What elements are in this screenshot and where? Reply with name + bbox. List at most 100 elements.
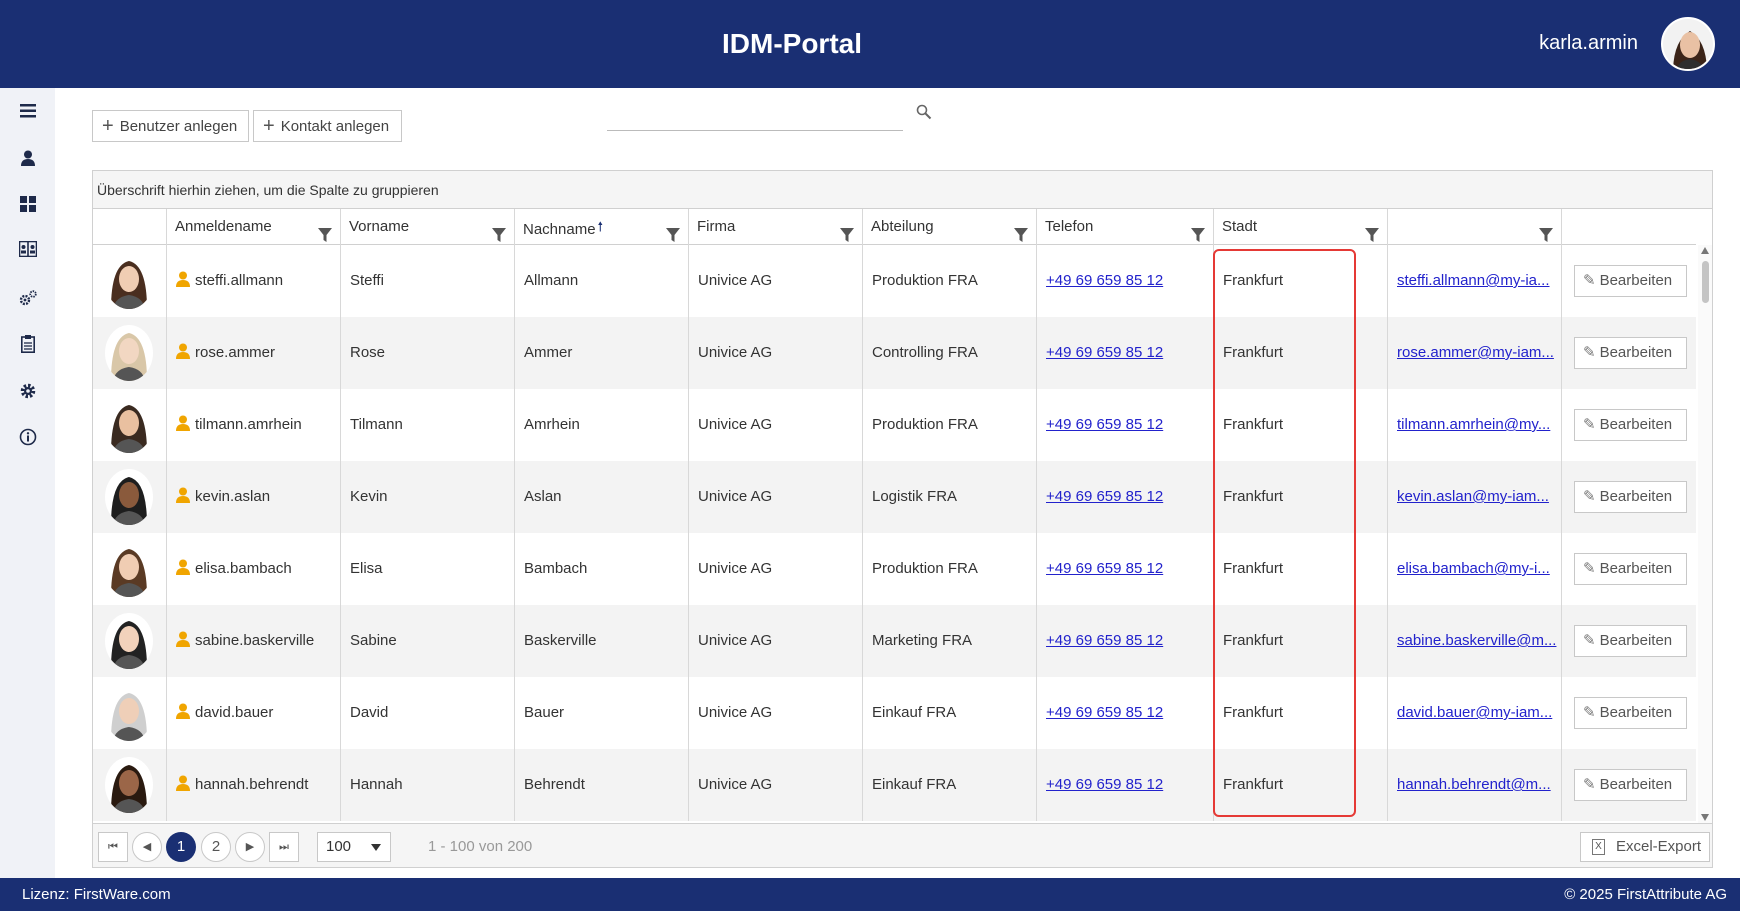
scroll-thumb[interactable]: [1702, 261, 1709, 303]
cell-company: Univice AG: [689, 605, 863, 677]
next-page-button[interactable]: ▶: [235, 832, 265, 862]
clipboard-icon[interactable]: [17, 333, 39, 355]
login-text: rose.ammer: [195, 344, 276, 361]
edit-button[interactable]: ✎ Bearbeiten: [1574, 265, 1687, 297]
table-row[interactable]: kevin.aslan Kevin Aslan Univice AG Logistik …: [93, 461, 1696, 533]
header-department[interactable]: Abteilung: [863, 209, 1037, 245]
page-size-select[interactable]: 100: [317, 832, 391, 862]
create-contact-button[interactable]: + Kontakt anlegen: [253, 110, 402, 142]
last-page-button[interactable]: ⏭: [269, 832, 299, 862]
cell-email[interactable]: elisa.bambach@my-i...: [1388, 533, 1562, 605]
login-text: sabine.baskerville: [195, 632, 315, 649]
user-photo: [105, 685, 153, 741]
menu-icon[interactable]: [17, 100, 39, 122]
cell-login: rose.ammer: [167, 317, 341, 389]
cell-email[interactable]: rose.ammer@my-iam...: [1388, 317, 1562, 389]
edit-button[interactable]: ✎ Bearbeiten: [1574, 697, 1687, 729]
cell-login: sabine.baskerville: [167, 605, 341, 677]
scroll-down-icon[interactable]: [1701, 814, 1709, 821]
cell-email[interactable]: kevin.aslan@my-iam...: [1388, 461, 1562, 533]
edit-button[interactable]: ✎ Bearbeiten: [1574, 409, 1687, 441]
cell-phone[interactable]: +49 69 659 85 12: [1037, 533, 1214, 605]
user-avatar[interactable]: [1661, 17, 1715, 71]
header-lastname[interactable]: Nachname 🠕: [515, 209, 689, 245]
user-photo: [105, 757, 153, 813]
table-row[interactable]: rose.ammer Rose Ammer Univice AG Controlling…: [93, 317, 1696, 389]
cell-phone[interactable]: +49 69 659 85 12: [1037, 605, 1214, 677]
cell-phone[interactable]: +49 69 659 85 12: [1037, 749, 1214, 821]
excel-export-button[interactable]: X Excel-Export: [1580, 832, 1710, 862]
edit-label: Bearbeiten: [1599, 272, 1673, 289]
cell-phone[interactable]: +49 69 659 85 12: [1037, 389, 1214, 461]
edit-button[interactable]: ✎ Bearbeiten: [1574, 769, 1687, 801]
settings-icon[interactable]: [17, 380, 39, 402]
page-1-button[interactable]: 1: [166, 832, 196, 862]
table-row[interactable]: elisa.bambach Elisa Bambach Univice AG Produ…: [93, 533, 1696, 605]
header-company[interactable]: Firma: [689, 209, 863, 245]
table-row[interactable]: steffi.allmann Steffi Allmann Univice AG Pro…: [93, 245, 1696, 317]
login-text: tilmann.amrhein: [195, 416, 302, 433]
login-text: elisa.bambach: [195, 560, 292, 577]
first-page-button[interactable]: ⏮: [98, 832, 128, 862]
edit-button[interactable]: ✎ Bearbeiten: [1574, 337, 1687, 369]
dashboard-icon[interactable]: [17, 193, 39, 215]
cell-phone[interactable]: +49 69 659 85 12: [1037, 317, 1214, 389]
header-city[interactable]: Stadt: [1214, 209, 1388, 245]
table-row[interactable]: tilmann.amrhein Tilmann Amrhein Univice AG P…: [93, 389, 1696, 461]
user-icon[interactable]: [17, 147, 39, 169]
username[interactable]: karla.armin: [1539, 32, 1638, 55]
contacts-icon[interactable]: [17, 238, 39, 260]
header-email[interactable]: [1388, 209, 1562, 245]
cell-email[interactable]: tilmann.amrhein@my...: [1388, 389, 1562, 461]
cell-email[interactable]: hannah.behrendt@m...: [1388, 749, 1562, 821]
cell-phone[interactable]: +49 69 659 85 12: [1037, 461, 1214, 533]
header-phone[interactable]: Telefon: [1037, 209, 1214, 245]
cell-email[interactable]: david.bauer@my-iam...: [1388, 677, 1562, 749]
cell-email[interactable]: steffi.allmann@my-ia...: [1388, 245, 1562, 317]
search-input[interactable]: [607, 130, 903, 131]
header-login[interactable]: Anmeldename: [167, 209, 341, 245]
cell-first: Steffi: [341, 245, 515, 317]
cell-phone[interactable]: +49 69 659 85 12: [1037, 677, 1214, 749]
cell-photo: [93, 749, 167, 821]
scroll-up-icon[interactable]: [1701, 247, 1709, 254]
pager: ⏮ ◀ 1 2 ▶ ⏭ 100 1 - 100 von 200 X Excel-…: [93, 823, 1712, 867]
edit-button[interactable]: ✎ Bearbeiten: [1574, 625, 1687, 657]
cell-photo: [93, 533, 167, 605]
cell-actions: ✎ Bearbeiten: [1562, 461, 1696, 533]
cell-phone[interactable]: +49 69 659 85 12: [1037, 245, 1214, 317]
edit-label: Bearbeiten: [1599, 704, 1673, 721]
cell-actions: ✎ Bearbeiten: [1562, 677, 1696, 749]
header-firstname[interactable]: Vorname: [341, 209, 515, 245]
cell-dept: Einkauf FRA: [863, 677, 1037, 749]
cell-company: Univice AG: [689, 749, 863, 821]
user-icon: [176, 463, 190, 503]
prev-page-button[interactable]: ◀: [132, 832, 162, 862]
cell-actions: ✎ Bearbeiten: [1562, 749, 1696, 821]
edit-button[interactable]: ✎ Bearbeiten: [1574, 553, 1687, 585]
cell-photo: [93, 461, 167, 533]
pager-info: 1 - 100 von 200: [428, 838, 533, 855]
gears-icon[interactable]: [17, 287, 39, 309]
user-photo: [105, 253, 153, 309]
info-icon[interactable]: [17, 426, 39, 448]
cell-dept: Produktion FRA: [863, 389, 1037, 461]
cell-actions: ✎ Bearbeiten: [1562, 389, 1696, 461]
table-row[interactable]: david.bauer David Bauer Univice AG Einkauf F…: [93, 677, 1696, 749]
group-panel[interactable]: Überschrift hierhin ziehen, um die Spalt…: [93, 171, 1712, 209]
page-2-button[interactable]: 2: [201, 832, 231, 862]
pencil-icon: ✎: [1583, 488, 1596, 505]
cell-login: kevin.aslan: [167, 461, 341, 533]
edit-button[interactable]: ✎ Bearbeiten: [1574, 481, 1687, 513]
create-user-button[interactable]: + Benutzer anlegen: [92, 110, 249, 142]
search-icon[interactable]: [916, 104, 932, 125]
city-column-highlight: [1213, 249, 1356, 817]
license-text: Lizenz: FirstWare.com: [22, 886, 171, 903]
cell-email[interactable]: sabine.baskerville@m...: [1388, 605, 1562, 677]
cell-dept: Controlling FRA: [863, 317, 1037, 389]
pencil-icon: ✎: [1583, 272, 1596, 289]
cell-dept: Logistik FRA: [863, 461, 1037, 533]
table-row[interactable]: hannah.behrendt Hannah Behrendt Univice AG E…: [93, 749, 1696, 821]
vertical-scrollbar[interactable]: [1698, 245, 1712, 823]
table-row[interactable]: sabine.baskerville Sabine Baskerville Univi…: [93, 605, 1696, 677]
